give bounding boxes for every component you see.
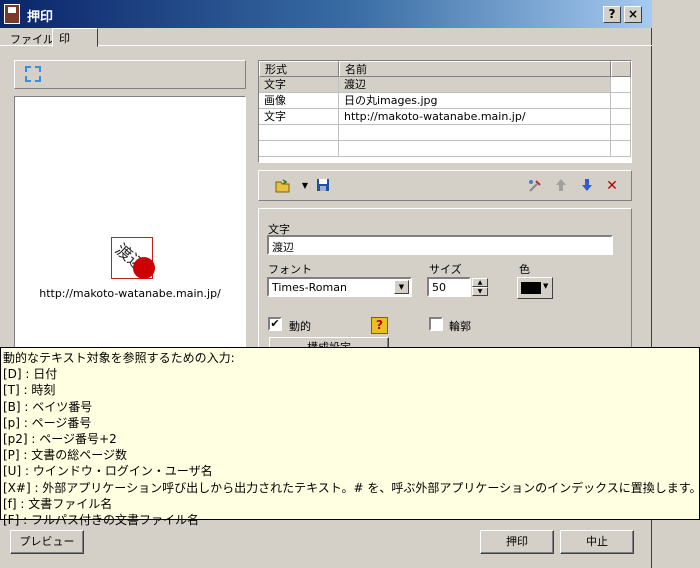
chevron-down-icon[interactable]: ▼ — [394, 280, 409, 294]
help-icon[interactable]: ? — [371, 317, 388, 334]
down-arrow-icon[interactable] — [579, 178, 595, 194]
window-title: 押印 — [27, 10, 54, 25]
table-cell-type: 画像 — [259, 93, 339, 109]
crop-icon[interactable] — [25, 66, 41, 82]
open-folder-icon[interactable] — [275, 178, 291, 194]
tab-bar: ファイル 印 — [0, 28, 652, 47]
chevron-down-icon: ▼ — [543, 282, 549, 290]
dynamic-checkbox[interactable]: ✔ — [268, 317, 282, 331]
cancel-button[interactable]: 中止 — [560, 530, 634, 554]
dropdown-arrow-icon[interactable]: ▼ — [297, 178, 313, 194]
tab-stamp[interactable]: 印 — [52, 28, 98, 47]
table-row[interactable]: 文字 http://makoto-watanabe.main.jp/ — [259, 109, 631, 125]
table-header: 形式 名前 — [259, 61, 631, 77]
hinomaru-image — [133, 257, 155, 279]
dynamic-text-tooltip: 動的なテキスト対象を参照するための入力: [D] : 日付 [T] : 時刻 [… — [0, 347, 700, 527]
up-arrow-icon[interactable] — [553, 178, 569, 194]
tooltip-line: 動的なテキスト対象を参照するための入力: — [3, 351, 235, 365]
tooltip-line: [D] : 日付 — [3, 367, 58, 382]
spin-up-icon[interactable]: ▲ — [472, 278, 488, 287]
delete-icon[interactable]: ✕ — [604, 178, 620, 194]
outline-label: 輪郭 — [449, 320, 471, 333]
outline-checkbox[interactable] — [429, 317, 443, 331]
stamp-object-table: 形式 名前 文字 渡辺 画像 日の丸images.jpg 文字 http://m… — [258, 60, 632, 163]
preview-canvas[interactable]: 渡辺 http://makoto-watanabe.main.jp/ — [14, 96, 246, 350]
spin-down-icon[interactable]: ▼ — [472, 287, 488, 296]
size-label: サイズ — [429, 263, 462, 276]
properties-panel: 文字 渡辺 フォント Times-Roman ▼ サイズ 50 ▲ ▼ 色 ▼ … — [258, 208, 632, 359]
tooltip-line: [T] : 時刻 — [3, 383, 56, 398]
color-picker-button[interactable]: ▼ — [517, 277, 553, 299]
color-swatch — [521, 282, 541, 294]
text-input[interactable]: 渡辺 — [267, 235, 613, 255]
font-select[interactable]: Times-Roman ▼ — [267, 277, 412, 297]
tooltip-line: [p] : ページ番号 — [3, 415, 92, 430]
table-row[interactable]: 文字 渡辺 — [259, 77, 631, 93]
help-button[interactable]: ? — [603, 6, 621, 23]
app-icon — [4, 4, 20, 24]
color-label: 色 — [519, 263, 530, 276]
font-select-value: Times-Roman — [272, 281, 347, 294]
table-cell-name: 渡辺 — [339, 77, 611, 93]
font-label: フォント — [268, 263, 312, 276]
tooltip-line: [B] : ベイツ番号 — [3, 399, 93, 414]
tooltip-line: [p2] : ページ番号+2 — [3, 432, 117, 447]
column-header-type[interactable]: 形式 — [259, 61, 339, 77]
close-button[interactable]: × — [624, 6, 642, 23]
column-header-filler — [611, 61, 631, 77]
size-input[interactable]: 50 — [427, 277, 471, 297]
tooltip-line: [f] : 文書ファイル名 — [3, 496, 113, 511]
preview-url-text: http://makoto-watanabe.main.jp/ — [39, 287, 221, 300]
tooltip-line: [F] : フルパス付きの文書ファイル名 — [3, 513, 199, 528]
tooltip-line: [U] : ウインドウ・ログイン・ユーザ名 — [3, 464, 213, 479]
stamp-button[interactable]: 押印 — [480, 530, 554, 554]
save-icon[interactable] — [315, 178, 331, 194]
dynamic-label: 動的 — [289, 320, 311, 333]
preview-toolbar — [14, 60, 246, 89]
table-row-empty — [259, 125, 631, 141]
tooltip-line: [X#] : 外部アプリケーション呼び出しから出力されたテキスト。# を、呼ぶ外… — [3, 480, 700, 495]
table-row[interactable]: 画像 日の丸images.jpg — [259, 93, 631, 109]
column-header-name[interactable]: 名前 — [339, 61, 611, 77]
preview-button[interactable]: プレビュー — [10, 530, 84, 554]
table-cell-name: http://makoto-watanabe.main.jp/ — [339, 109, 611, 125]
tool-icon[interactable] — [527, 178, 543, 194]
table-cell-name: 日の丸images.jpg — [339, 93, 611, 109]
table-cell-type: 文字 — [259, 109, 339, 125]
object-toolbar: ▼ ✕ — [258, 170, 632, 201]
table-row-empty — [259, 141, 631, 157]
table-cell-type: 文字 — [259, 77, 339, 93]
title-bar: 押印 ? × — [0, 0, 652, 28]
tooltip-line: [P] : 文書の総ページ数 — [3, 448, 128, 463]
